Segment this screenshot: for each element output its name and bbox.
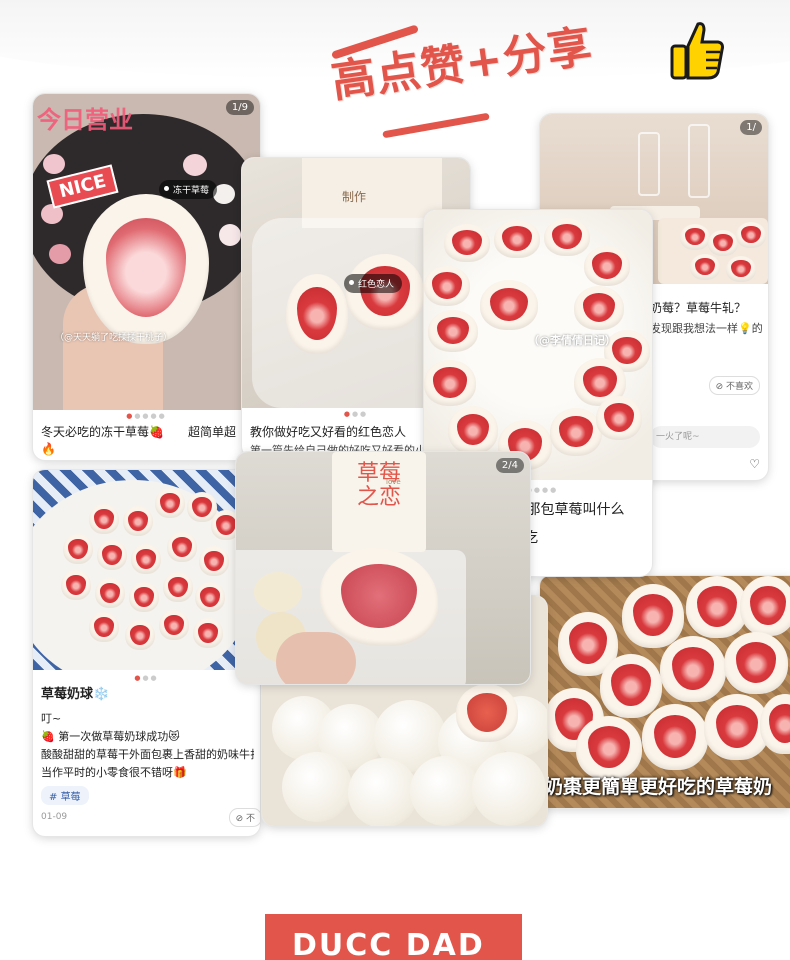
post-line: 🍓 第一次做草莓奶球成功😻 [41, 730, 180, 743]
page-indicator: 2/4 [495, 458, 524, 473]
page-indicator: 1/ [740, 120, 762, 135]
post-caption-line2: 🔥 [41, 442, 56, 456]
decorative-stroke [382, 112, 490, 139]
photo-tag[interactable]: 红色恋人 [344, 274, 403, 293]
heart-icon[interactable]: ♡ [749, 457, 760, 471]
package-logo-small: love [386, 478, 401, 486]
topic-tag[interactable]: # 草莓 [41, 786, 89, 805]
post-card-5[interactable]: ●●● 草莓奶球❄️ 叮~ 🍓 第一次做草莓奶球成功😻 酸酸甜甜的草莓干外面包裹… [33, 470, 260, 836]
carousel-dots: ●●●●● [126, 412, 167, 420]
thumbs-up-icon [670, 22, 724, 80]
post-card-6[interactable]: 草莓之恋 love 2/4 [236, 452, 530, 684]
post-line: 叮~ [41, 712, 62, 725]
package-label: 制作 [342, 190, 367, 204]
post-caption-line2: 吃 [524, 530, 538, 546]
photo-tag[interactable]: 冻干草莓 [159, 180, 218, 199]
post-photo [33, 94, 260, 410]
overlay-title: 今日营业 [37, 105, 133, 134]
photo-watermark: （@天天躺了吃揉揉干桃子） [55, 333, 173, 343]
post-caption-line2: 发现跟我想法一样💡的 [650, 322, 762, 335]
post-card-8[interactable]: 奶棗更簡單更好吃的草莓奶 [540, 576, 790, 808]
post-caption: 冬天必吃的冻干草莓🍓 超简单超 [41, 425, 236, 439]
post-date: 01-09 [41, 812, 68, 822]
page-indicator: 1/9 [225, 100, 254, 115]
comment-input[interactable]: 一火了呢~ [650, 426, 760, 448]
post-line: 当作平时的小零食很不错呀🎁 [41, 766, 187, 779]
video-subtitle: 奶棗更簡單更好吃的草莓奶 [544, 776, 773, 798]
collage: 高点赞+分享 1/ 奶莓？草莓牛轧？ 发现跟我想法一样💡的 ⊘ 不喜欢 一火了呢… [0, 0, 790, 960]
post-title: 草莓奶球❄️ [41, 687, 110, 702]
dislike-button[interactable]: ⊘ 不喜欢 [708, 376, 760, 395]
carousel-dots: ●●● [134, 674, 159, 682]
post-line: 酸酸甜甜的草莓干外面包裹上香甜的奶味牛扎🍬 [41, 748, 254, 761]
like-button[interactable]: ⊘ 不 [228, 808, 260, 827]
post-photo [33, 470, 260, 670]
package-logo-text: 草莓之恋 [356, 461, 401, 510]
brand-logo: DUCC DAD [292, 928, 485, 960]
post-caption: 奶莓？草莓牛轧？ [650, 301, 747, 315]
photo-watermark: （@李倩倩日记） [528, 334, 616, 347]
post-card-1[interactable]: 今日营业 NICE 1/9 冻干草莓 （@天天躺了吃揉揉干桃子） ●●●●● 冬… [33, 94, 260, 460]
